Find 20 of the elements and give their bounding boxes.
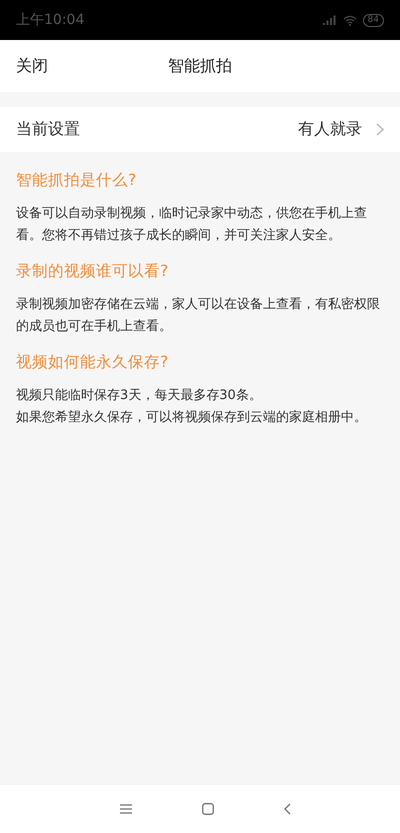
signal-icon [322, 15, 337, 25]
setting-label: 当前设置 [16, 119, 80, 140]
section-heading: 智能抓拍是什么? [16, 170, 138, 191]
wifi-icon [342, 14, 357, 26]
section-paragraph: 如果您希望永久保存，可以将视频保存到云端的家庭相册中。 [16, 409, 368, 427]
status-time: 上午10:04 [16, 11, 84, 29]
battery-indicator: 84 [362, 14, 384, 26]
close-button[interactable]: 关闭 [16, 56, 48, 76]
section-paragraph: 视频只能临时保存3天，每天最多存30条。 [16, 387, 263, 405]
setting-row[interactable]: 当前设置 有人就录 [0, 107, 400, 152]
menu-icon[interactable] [120, 804, 132, 814]
section-heading: 视频如何能永久保存? [16, 352, 170, 373]
setting-value: 有人就录 [298, 119, 362, 140]
section-paragraph: 设备可以自动录制视频，临时记录家中动态，供您在手机上查看。您将不再错过孩子成长的瞬间，并可关注家人安全。 [16, 205, 368, 245]
section-heading: 录制的视频谁可以看? [16, 261, 170, 282]
page-title: 智能抓拍 [168, 56, 232, 76]
section-paragraph: 录制视频加密存储在云端，家人可以在设备上查看，有私密权限的成员也可在手机上查看。 [16, 296, 381, 336]
home-icon[interactable] [202, 803, 214, 815]
chevron-right-icon [376, 123, 384, 136]
back-icon[interactable] [284, 803, 290, 815]
